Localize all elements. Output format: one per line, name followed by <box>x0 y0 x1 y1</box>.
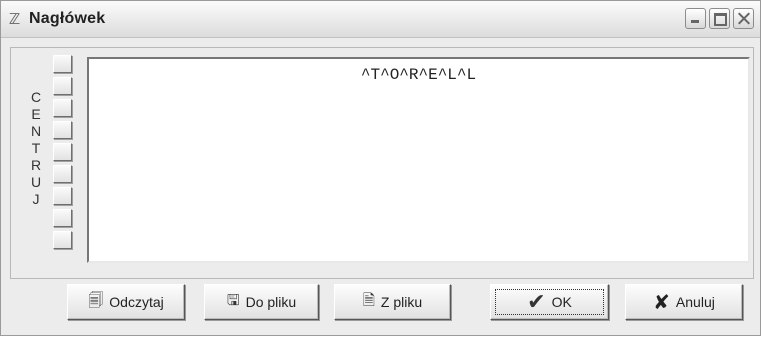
center-line-toggle[interactable] <box>53 99 72 117</box>
center-letter: J <box>32 191 40 207</box>
center-line-toggle[interactable] <box>53 231 72 249</box>
center-letter: N <box>30 123 42 139</box>
center-letter: C <box>30 89 42 105</box>
center-line-toggle[interactable] <box>53 143 72 161</box>
checkmark-icon: ✔ <box>527 289 546 315</box>
x-icon: ✘ <box>653 290 670 314</box>
center-line-toggle[interactable] <box>53 55 72 73</box>
center-line-toggle[interactable] <box>53 209 72 227</box>
load-from-file-label: Z pliku <box>380 294 423 310</box>
load-from-file-button[interactable]: 🗎 Z pliku <box>334 284 451 320</box>
editor-line[interactable]: ^T^O^R^E^L^L <box>89 66 748 84</box>
load-from-file-icon: 🗎 <box>362 290 375 309</box>
center-letter: R <box>30 157 42 173</box>
save-to-file-button[interactable]: 🖫 Do pliku <box>204 284 319 320</box>
read-button[interactable]: 🗐 Odczytaj <box>67 284 185 320</box>
center-line-toggle[interactable] <box>53 187 72 205</box>
dialog-window: ℤ Nagłówek C E N T R U J ^T^O^R^E^L^L 🗐 … <box>0 0 761 336</box>
line-center-toggles <box>53 55 75 253</box>
cancel-button[interactable]: ✘ Anuluj <box>625 284 743 320</box>
maximize-button[interactable] <box>709 8 730 29</box>
center-letter: U <box>30 174 42 190</box>
close-button[interactable] <box>733 8 754 29</box>
save-to-file-icon: 🖫 <box>226 290 240 309</box>
cancel-button-label: Anuluj <box>675 294 715 310</box>
center-letter: E <box>31 106 41 122</box>
center-label: C E N T R U J <box>29 89 43 208</box>
center-line-toggle[interactable] <box>53 77 72 95</box>
read-button-label: Odczytaj <box>109 294 164 310</box>
center-line-toggle[interactable] <box>53 121 72 139</box>
ok-button[interactable]: ✔ OK <box>490 284 609 320</box>
center-letter: T <box>31 140 41 156</box>
header-text-editor[interactable]: ^T^O^R^E^L^L <box>87 57 750 263</box>
app-icon: ℤ <box>9 10 21 28</box>
window-title: Nagłówek <box>29 10 106 27</box>
save-to-file-label: Do pliku <box>245 294 297 310</box>
title-bar[interactable]: ℤ Nagłówek <box>1 1 760 38</box>
center-line-toggle[interactable] <box>53 165 72 183</box>
ok-button-label: OK <box>551 294 572 310</box>
read-icon: 🗐 <box>88 290 104 309</box>
minimize-button[interactable] <box>685 8 706 29</box>
